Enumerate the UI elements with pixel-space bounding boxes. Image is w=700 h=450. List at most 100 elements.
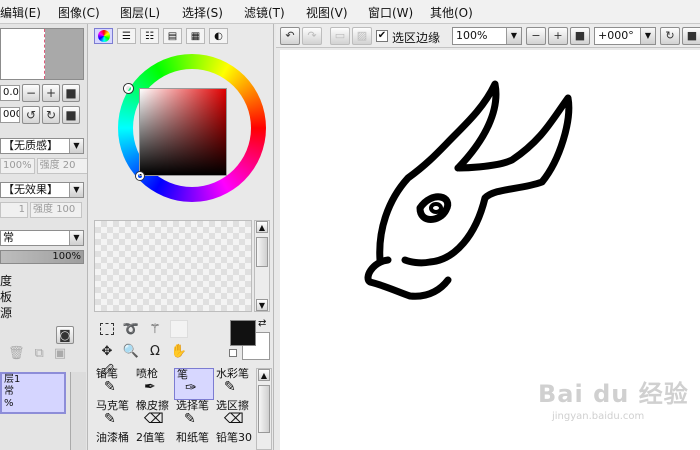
swatch-grid-tab-icon[interactable]: ▦ <box>186 28 205 44</box>
lasso-icon[interactable]: ➰ <box>122 320 140 338</box>
angle-select[interactable]: +000° ▼ <box>594 27 656 45</box>
navigator-zoom-field[interactable]: 0.0% <box>0 85 20 101</box>
menu-window[interactable]: 窗口(W) <box>368 4 413 21</box>
option-label-1: 度 <box>0 274 13 288</box>
trash-icon[interactable]: 🗑 <box>8 346 25 361</box>
brush-pen[interactable]: 笔 ✑ <box>174 368 214 400</box>
canvas-toolbar: ↶ ↷ ▭ ▨ ✔ 选区边缘 100% ▼ − + ■ +000° ▼ ↻ ■ <box>276 24 700 48</box>
color-wheel[interactable] <box>118 54 266 202</box>
rotate-left-button[interactable]: ↺ <box>22 106 40 124</box>
brush-select-eraser[interactable]: 选区擦 ⌫ <box>214 400 254 432</box>
effect-select[interactable]: 【无效果】 ▼ <box>0 182 84 198</box>
brush-bucket[interactable]: 油漆桶 <box>94 432 134 450</box>
brush-pencil-30[interactable]: 铅笔30 <box>214 432 254 450</box>
airbrush-icon: ✒ <box>144 379 156 395</box>
menu-other[interactable]: 其他(O) <box>430 4 473 21</box>
undo-button[interactable]: ↶ <box>280 27 300 45</box>
zoom-select[interactable]: 100% ▼ <box>452 27 522 45</box>
brush-marker[interactable]: 马克笔 ✎ <box>94 400 134 432</box>
brush-grid: 铅笔 ✎ 喷枪 ✒ 笔 ✑ 水彩笔 ✎ 马克笔 ✎ 橡皮擦 ⌫ 选择笔 ✎ 选区擦 ⌫ 油漆桶 … <box>94 368 254 450</box>
blend-mode-select[interactable]: 常 ▼ <box>0 230 84 246</box>
layer-mask-button[interactable]: ◙ <box>56 326 74 344</box>
swap-colors-icon[interactable]: ⇄ <box>258 318 266 329</box>
menu-image[interactable]: 图像(C) <box>58 4 100 21</box>
opacity-slider[interactable]: 100% <box>0 250 84 264</box>
layer-scrollbar[interactable] <box>70 372 86 450</box>
marker-icon: ✎ <box>104 411 116 427</box>
brush-washi[interactable]: 和纸笔 <box>174 432 214 450</box>
menu-filter[interactable]: 滤镜(T) <box>244 4 285 21</box>
navigator-zoom-row: 0.0% − + ■ <box>0 84 80 102</box>
color-mode-tabs: ☰ ☷ ▤ ▦ ◐ <box>94 28 228 44</box>
zoom-in-button[interactable]: + <box>548 27 568 45</box>
menu-select[interactable]: 选择(S) <box>182 4 223 21</box>
scroll-down-icon[interactable]: ▼ <box>256 299 268 311</box>
drawing-canvas[interactable]: Bai du 经验 jingyan.baidu.com <box>280 50 700 450</box>
saturation-value-square[interactable] <box>139 88 227 176</box>
rotate-reset-button[interactable]: ■ <box>62 106 80 124</box>
redo-button[interactable]: ↷ <box>302 27 322 45</box>
effect-strength-field: 强度 100 <box>30 202 82 218</box>
texture-select[interactable]: 【无质感】 ▼ <box>0 138 84 154</box>
color-tool-panel: ☰ ☷ ▤ ▦ ◐ ▲ ▼ ➰ ⚚ ✥ 🔍 Ω ✋ � <box>90 24 274 450</box>
menu-layer[interactable]: 图层(L) <box>120 4 160 21</box>
zoom-in-button[interactable]: + <box>42 84 60 102</box>
rgb-slider-tab-icon[interactable]: ☰ <box>117 28 136 44</box>
swatch-list-tab-icon[interactable]: ▤ <box>163 28 182 44</box>
scratchpad-scrollbar[interactable]: ▲ ▼ <box>254 220 270 312</box>
eraser-icon: ⌫ <box>144 411 164 427</box>
move-icon[interactable]: ✥ <box>98 342 116 360</box>
menu-edit[interactable]: 编辑(E) <box>0 4 41 21</box>
hsv-slider-tab-icon[interactable]: ☷ <box>140 28 159 44</box>
deselect-button[interactable]: ▭ <box>330 27 350 45</box>
scrollbar-thumb[interactable] <box>256 237 268 267</box>
layer-opacity: % <box>4 398 14 409</box>
chevron-down-icon: ▼ <box>506 28 521 44</box>
layer-item[interactable]: 层1 常 % <box>0 372 66 414</box>
zoom-reset-button[interactable]: ■ <box>62 84 80 102</box>
color-wheel-tab-icon[interactable] <box>94 28 113 44</box>
brush-scrollbar[interactable]: ▲ <box>256 368 272 450</box>
brush-watercolor[interactable]: 水彩笔 ✎ <box>214 368 254 400</box>
hand-icon[interactable]: ✋ <box>170 342 188 360</box>
pencil-icon: ✎ <box>104 379 116 395</box>
hue-marker[interactable] <box>124 84 133 93</box>
rect-select-icon[interactable] <box>98 320 116 338</box>
merge-layer-icon[interactable]: ⧉ <box>35 346 44 361</box>
menu-view[interactable]: 视图(V) <box>306 4 348 21</box>
texture-scale-field: 100% <box>0 158 35 174</box>
texture-params: 100% 强度 20 <box>0 158 87 174</box>
invert-selection-button[interactable]: ▨ <box>352 27 372 45</box>
magic-wand-icon[interactable]: ⚚ <box>146 320 164 338</box>
scroll-up-icon[interactable]: ▲ <box>256 221 268 233</box>
rotate-button[interactable]: ↻ <box>660 27 680 45</box>
navigator-preview[interactable] <box>0 28 84 80</box>
brush-airbrush[interactable]: 喷枪 ✒ <box>134 368 174 400</box>
rotate-icon[interactable]: Ω <box>146 342 164 360</box>
brush-select-pen[interactable]: 选择笔 ✎ <box>174 400 214 432</box>
zoom-icon[interactable]: 🔍 <box>122 342 140 360</box>
rotate-right-button[interactable]: ↻ <box>42 106 60 124</box>
brush-eraser[interactable]: 橡皮擦 ⌫ <box>134 400 174 432</box>
texture-strength-field: 强度 20 <box>36 158 87 174</box>
scroll-up-icon[interactable]: ▲ <box>258 369 270 381</box>
selection-edge-checkbox[interactable]: ✔ <box>376 30 388 42</box>
sv-marker[interactable] <box>136 172 144 180</box>
foreground-color-swatch[interactable] <box>230 320 256 346</box>
copy-layer-icon[interactable]: ▣ <box>54 346 66 361</box>
reset-colors-icon[interactable] <box>229 349 237 357</box>
brush-pencil[interactable]: 铅笔 ✎ <box>94 368 134 400</box>
rotate-reset-button[interactable]: ■ <box>682 27 700 45</box>
scrollbar-thumb[interactable] <box>258 385 270 433</box>
chevron-down-icon: ▼ <box>69 139 83 153</box>
scratchpad-tab-icon[interactable]: ◐ <box>209 28 228 44</box>
watercolor-icon: ✎ <box>224 379 236 395</box>
effect-params: 1 强度 100 <box>0 202 84 218</box>
navigator-angle-field[interactable]: 000 <box>0 107 20 123</box>
zoom-out-button[interactable]: − <box>22 84 40 102</box>
zoom-reset-button[interactable]: ■ <box>570 27 590 45</box>
color-scratchpad[interactable] <box>94 220 252 312</box>
brush-binary-pen[interactable]: 2值笔 <box>134 432 174 450</box>
zoom-out-button[interactable]: − <box>526 27 546 45</box>
option-label-2: 板 <box>0 290 13 304</box>
